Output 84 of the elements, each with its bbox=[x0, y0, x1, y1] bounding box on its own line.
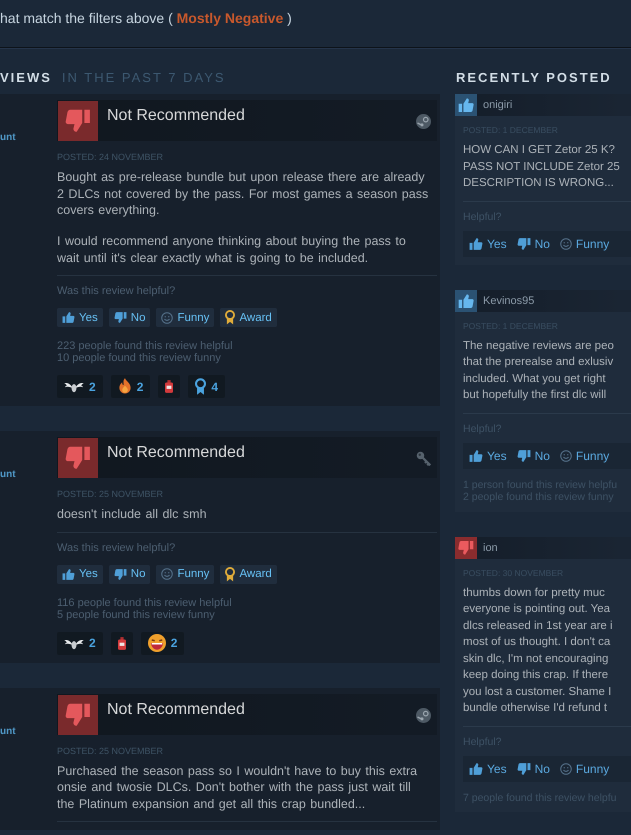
vote-count-text: 116 people found this review helpful bbox=[57, 596, 232, 608]
yes-button[interactable]: Yes bbox=[57, 564, 103, 584]
disc-logo-icon bbox=[416, 114, 431, 129]
review-text: doesn't include all dlc smh bbox=[57, 506, 208, 522]
award-chip[interactable] bbox=[110, 632, 133, 654]
posted-date: POSTED: 25 NOVEMBER bbox=[57, 489, 164, 499]
verdict-title: Not Recommended bbox=[107, 106, 245, 126]
section-subtitle: IN THE PAST 7 DAYS bbox=[62, 70, 226, 84]
review-text: I would recommend anyone thinking about buying the pass to wait until it's clear exactly what is going to be included. bbox=[57, 233, 407, 266]
no-button[interactable]: No bbox=[108, 308, 150, 327]
award-button[interactable]: Award bbox=[220, 564, 277, 584]
review-text: thumbs down for pretty muc everyone is pointing out. Yea dlcs released in 1st year are i most of us thought. I don't ca skin dlc, I'm not encouraging keep doing this crap. If there you lost a customer. Shame I bundle otherwise I'd refund t bbox=[463, 586, 613, 716]
smiley-icon bbox=[161, 312, 174, 324]
smiley-icon bbox=[560, 450, 572, 462]
thumbs-up-icon bbox=[62, 311, 75, 324]
no-button[interactable]: No bbox=[516, 236, 550, 250]
author-link[interactable]: unt bbox=[0, 726, 16, 738]
thumbs-down-icon bbox=[114, 311, 127, 324]
review-text: HOW CAN I GET Zetor 25 K? PASS NOT INCLUDE Zetor 25 DESCRIPTION IS WRONG... bbox=[463, 143, 620, 191]
verdict-title: Not Recommended bbox=[107, 700, 245, 720]
funny-button[interactable]: Funny bbox=[156, 564, 214, 584]
reviewer-name[interactable]: Kevinos95 bbox=[483, 294, 534, 306]
section-title: RECENTLY POSTED bbox=[456, 70, 612, 84]
award-count: 2 bbox=[89, 636, 96, 650]
helpful-prompt: Was this review helpful? bbox=[57, 285, 176, 298]
disc-logo-icon bbox=[416, 708, 431, 722]
author-link[interactable]: unt bbox=[0, 132, 16, 144]
thumbs-up-icon bbox=[469, 448, 483, 462]
review-text: Purchased the season pass so I wouldn't have to buy this extra onsie and twosie DLCs. Don't bother with the pass just wait till the Platinum expansion and get all this crap bundled... bbox=[57, 762, 418, 812]
yes-button[interactable]: Yes bbox=[469, 448, 507, 462]
award-chip[interactable]: 2 bbox=[57, 632, 103, 654]
thumbs-up-icon bbox=[469, 762, 483, 776]
award-count: 2 bbox=[89, 380, 96, 394]
no-button[interactable]: No bbox=[516, 762, 550, 776]
award-chip[interactable]: 4 bbox=[188, 375, 226, 398]
posted-date: POSTED: 25 NOVEMBER bbox=[57, 746, 164, 756]
thumbs-up-icon bbox=[62, 568, 75, 580]
award-chip[interactable]: 2 bbox=[140, 632, 184, 654]
section-title: VIEWS bbox=[0, 70, 52, 84]
funny-button[interactable]: Funny bbox=[560, 236, 610, 250]
funny-button[interactable]: Funny bbox=[156, 308, 214, 327]
smiley-icon bbox=[560, 762, 572, 774]
thumbs-down-icon bbox=[114, 568, 127, 580]
thumbs-down-icon bbox=[516, 236, 531, 250]
funny-button[interactable]: Funny bbox=[560, 762, 610, 776]
no-button[interactable]: No bbox=[516, 448, 550, 462]
ribbon-icon bbox=[225, 310, 236, 325]
yes-button[interactable]: Yes bbox=[57, 308, 103, 327]
vote-count-text: 10 people found this review funny bbox=[57, 352, 221, 364]
smiley-icon bbox=[161, 568, 174, 580]
verdict-title: Not Recommended bbox=[107, 443, 245, 463]
helpful-prompt: Was this review helpful? bbox=[57, 542, 176, 554]
posted-date: POSTED: 24 NOVEMBER bbox=[57, 152, 164, 162]
reviewer-name[interactable]: ion bbox=[483, 542, 498, 554]
smiley-icon bbox=[560, 238, 572, 250]
award-count: 4 bbox=[211, 380, 218, 394]
award-chip[interactable]: 2 bbox=[57, 375, 103, 398]
flame-icon bbox=[118, 378, 132, 395]
thumbs-down-icon bbox=[516, 448, 531, 462]
bottle-icon bbox=[165, 380, 174, 393]
yes-button[interactable]: Yes bbox=[469, 236, 507, 250]
vote-count-text: 5 people found this review funny bbox=[57, 608, 215, 620]
award-chip[interactable]: 2 bbox=[110, 375, 150, 398]
award-button[interactable]: Award bbox=[220, 308, 277, 327]
thumbs-down-icon bbox=[516, 762, 531, 776]
review-text: The negative reviews are peo that the prerealse and exlusiv included. What you get right but hopefully the first dlc will bbox=[463, 338, 614, 403]
thumbs-up-icon bbox=[469, 236, 483, 250]
author-link[interactable]: unt bbox=[0, 469, 16, 481]
key-icon bbox=[416, 451, 431, 466]
laughing-face-icon bbox=[148, 634, 166, 652]
no-button[interactable]: No bbox=[108, 564, 150, 584]
award-count: 2 bbox=[170, 636, 178, 650]
bottle-icon bbox=[118, 636, 126, 650]
ribbon-icon bbox=[225, 566, 236, 582]
yes-button[interactable]: Yes bbox=[469, 762, 507, 776]
funny-button[interactable]: Funny bbox=[560, 448, 610, 462]
wings-icon bbox=[64, 380, 84, 393]
reviewer-name[interactable]: onigiri bbox=[483, 99, 512, 111]
medal-icon bbox=[195, 378, 206, 395]
vote-count-text: 223 people found this review helpful bbox=[57, 340, 233, 352]
award-count: 2 bbox=[136, 380, 144, 394]
award-chip[interactable] bbox=[158, 375, 180, 398]
filter-summary: hat match the filters above ( Mostly Negative ) bbox=[0, 9, 292, 28]
review-text: Bought as pre-release bundle but upon release there are already 2 DLCs not covered by the pass. For most games a season pass covers everything. bbox=[57, 169, 429, 218]
